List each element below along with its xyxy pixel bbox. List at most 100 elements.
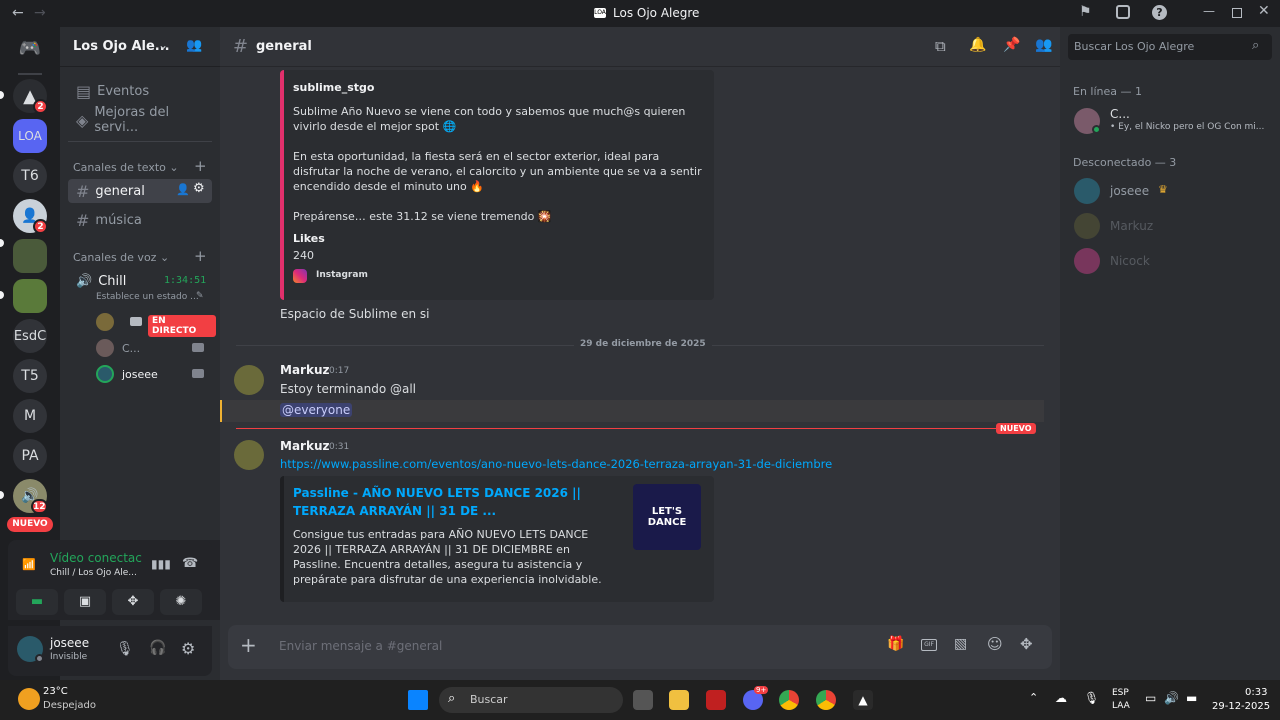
gift-icon[interactable]: 🎁 <box>887 636 904 652</box>
avatar[interactable] <box>234 440 264 470</box>
voice-user-live[interactable]: EN DIRECTO <box>96 313 216 337</box>
member-item[interactable]: joseee ♛ <box>1068 175 1272 207</box>
member-item[interactable]: C... • Ey, el Nicko pero el OG Con mi... <box>1068 105 1272 137</box>
text-category[interactable]: Canales de texto ⌄ <box>73 161 179 174</box>
weather-icon[interactable] <box>18 688 40 710</box>
connection-subtitle[interactable]: Chill / Los Ojo Ale... <box>50 568 137 578</box>
forward-arrow-icon[interactable]: → <box>34 5 46 21</box>
help-icon[interactable]: ? <box>1152 5 1167 20</box>
back-arrow-icon[interactable]: ← <box>12 5 24 21</box>
discord-home-icon[interactable]: 🎮 <box>13 31 47 65</box>
microphone-icon[interactable]: 🎙 <box>116 641 134 657</box>
lang-layout[interactable]: LAA <box>1112 701 1130 711</box>
inbox-flag-icon[interactable]: ⚑ <box>1079 4 1092 20</box>
voice-user-c[interactable]: C... <box>96 339 216 359</box>
server-header[interactable]: Los Ojo Ale... ⌄ 👥 <box>60 27 220 67</box>
message-author[interactable]: Markuz <box>280 363 329 377</box>
onedrive-icon[interactable]: ☁ <box>1055 691 1067 705</box>
mention-everyone[interactable]: @everyone <box>280 403 353 417</box>
avatar[interactable] <box>234 365 264 395</box>
server-icon-landscape[interactable] <box>13 279 47 313</box>
plus-icon[interactable]: + <box>240 633 257 657</box>
channel-general[interactable]: # general 👤 ⚙ <box>68 179 212 203</box>
channel-musica[interactable]: # música <box>68 208 212 232</box>
headphones-icon[interactable]: 🎧 <box>149 640 166 656</box>
server-icon-triangle[interactable]: ▲ 2 <box>13 79 48 114</box>
chrome-profile-icon[interactable] <box>816 690 836 710</box>
voice-channel-chill[interactable]: 🔊 Chill 1:34:51 <box>68 269 212 293</box>
voice-category[interactable]: Canales de voz ⌄ <box>73 251 169 264</box>
embed-author[interactable]: sublime_stgo <box>293 81 374 94</box>
settings-gear-icon[interactable]: ⚙ <box>181 639 195 658</box>
boosts-item[interactable]: ◈ Mejoras del servi... <box>68 105 212 135</box>
user-name[interactable]: joseee <box>50 636 89 650</box>
new-servers-pill[interactable]: NUEVO <box>7 517 53 532</box>
minimize-icon[interactable]: — <box>1203 4 1215 18</box>
connection-title[interactable]: Vídeo conectac <box>50 551 142 565</box>
task-view-icon[interactable] <box>633 690 653 710</box>
apps-icon[interactable]: ✥ <box>1020 635 1033 653</box>
chrome-icon[interactable] <box>779 690 799 710</box>
windows-start-icon[interactable] <box>408 690 428 710</box>
message-input-box[interactable]: + Enviar mensaje a #general 🎁 GIF ▧ ☺ ✥ <box>228 625 1052 669</box>
network-icon[interactable]: ▭ <box>1145 691 1156 705</box>
threads-icon[interactable]: ⧉ <box>935 37 946 55</box>
server-icon-character[interactable]: 🔊 12 <box>13 479 48 514</box>
server-icon-loa[interactable]: LOA <box>13 119 47 153</box>
maximize-icon[interactable] <box>1232 8 1242 18</box>
server-icon-m[interactable]: M <box>13 399 47 433</box>
embed-paragraph-2: En esta oportunidad, la fiesta será en e… <box>293 150 702 193</box>
server-icon-avatar[interactable]: 👤 2 <box>13 199 48 234</box>
voice-user-joseee[interactable]: joseee <box>96 365 216 385</box>
members-list-icon[interactable]: 👥 <box>1035 37 1052 53</box>
file-explorer-icon[interactable] <box>669 690 689 710</box>
events-item[interactable]: ▤ Eventos <box>68 79 212 103</box>
taskbar-search[interactable]: ⌕ Buscar <box>439 687 623 713</box>
member-item[interactable]: Nicock <box>1068 245 1272 277</box>
member-item[interactable]: Markuz <box>1068 210 1272 242</box>
disconnect-icon[interactable]: ☎ <box>182 556 198 571</box>
camera-button[interactable]: ▬ <box>16 589 58 615</box>
close-icon[interactable]: ✕ <box>1258 3 1270 19</box>
add-text-channel-icon[interactable]: + <box>194 157 207 175</box>
clock-date[interactable]: 29-12-2025 <box>1212 701 1270 712</box>
search-input[interactable]: Buscar Los Ojo Alegre <box>1074 40 1194 53</box>
invite-icon[interactable]: 👤 <box>176 183 190 196</box>
pencil-icon[interactable]: ✎ <box>196 291 204 301</box>
sticker-icon[interactable]: ▧ <box>954 636 967 652</box>
server-icon-group[interactable] <box>13 239 47 273</box>
server-icon-t6[interactable]: T6 <box>13 159 47 193</box>
server-icon-t5[interactable]: T5 <box>13 359 47 393</box>
embed-title[interactable]: Passline - AÑO NUEVO LETS DANCE 2026 || … <box>293 484 623 520</box>
screen-share-button[interactable]: ▣ <box>64 589 106 615</box>
embed-thumbnail[interactable]: LET'S DANCE <box>633 484 701 550</box>
clock-time[interactable]: 0:33 <box>1245 687 1267 698</box>
tray-chevron-icon[interactable]: ⌃ <box>1029 691 1038 704</box>
message-link[interactable]: https://www.passline.com/eventos/ano-nue… <box>280 457 832 471</box>
emoji-icon[interactable]: ☺ <box>987 635 1003 653</box>
invite-user-icon[interactable]: 👥 <box>186 38 202 53</box>
search-box[interactable]: Buscar Los Ojo Alegre ⌕ <box>1068 34 1272 60</box>
add-voice-channel-icon[interactable]: + <box>194 247 207 265</box>
download-icon[interactable] <box>1116 5 1130 19</box>
voice-status[interactable]: Establece un estado ... <box>96 292 199 302</box>
activities-button[interactable]: ✥ <box>112 589 154 615</box>
soundboard-button[interactable]: ✺ <box>160 589 202 615</box>
lang-code[interactable]: ESP <box>1112 688 1129 698</box>
noise-suppression-icon[interactable]: ▮▮▮ <box>151 557 171 571</box>
battery-icon[interactable]: ▬ <box>1186 691 1197 705</box>
mic-tray-icon[interactable]: 🎙 <box>1084 691 1099 705</box>
chevron-down-icon: ⌄ <box>158 38 169 52</box>
weather-temp[interactable]: 23°C <box>43 686 68 697</box>
bell-icon[interactable]: 🔔 <box>969 37 986 53</box>
message-author[interactable]: Markuz <box>280 439 329 453</box>
gif-icon[interactable]: GIF <box>921 639 937 651</box>
volume-icon[interactable]: 🔊 <box>1164 691 1179 705</box>
gear-icon[interactable]: ⚙ <box>193 181 205 196</box>
server-icon-esdc[interactable]: EsdC <box>13 319 47 353</box>
server-icon-pa[interactable]: PA <box>13 439 47 473</box>
app-icon-red[interactable] <box>706 690 726 710</box>
pin-icon[interactable]: 📌 <box>1003 37 1020 53</box>
message-input[interactable]: Enviar mensaje a #general <box>279 639 442 653</box>
app-icon-triangle[interactable]: ▲ <box>853 690 873 710</box>
